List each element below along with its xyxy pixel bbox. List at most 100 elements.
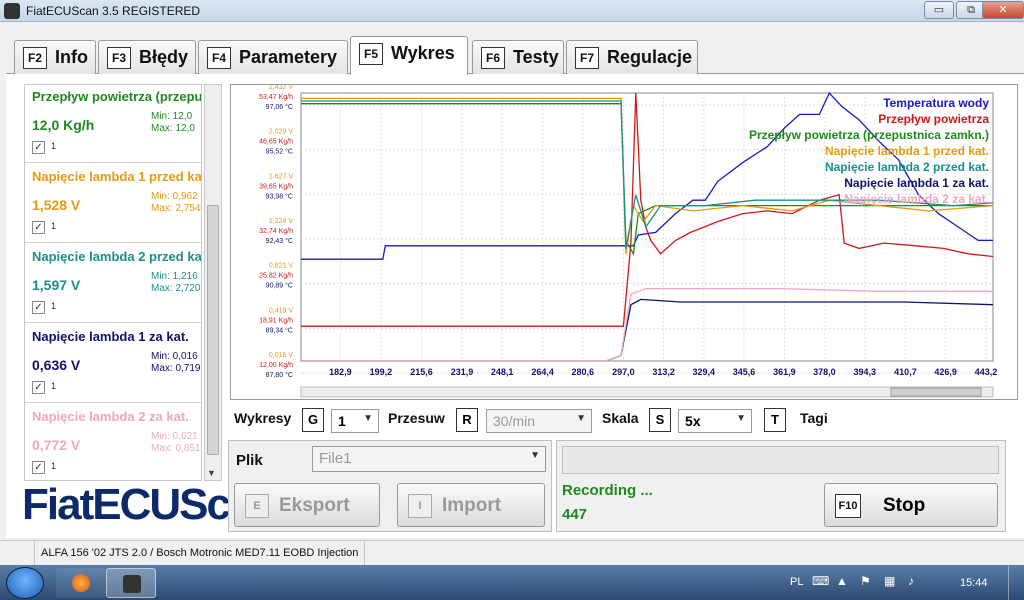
recording-progress-field bbox=[562, 446, 999, 474]
sensor-name: Przepływ powietrza (przepustnica zamkn.) bbox=[32, 89, 202, 104]
skala-value: 5x bbox=[685, 413, 701, 429]
import-key: I bbox=[408, 494, 432, 518]
taskbar: PL ⌨ ▲ ⚑ ▦ ♪ 15:44 bbox=[0, 565, 1024, 600]
recording-status: Recording ... bbox=[562, 482, 653, 499]
x-tick-label: 199,2 bbox=[370, 367, 393, 377]
clock[interactable]: 15:44 bbox=[960, 577, 988, 589]
legend-entry: Napięcie lambda 1 za kat. bbox=[844, 176, 989, 190]
x-tick-label: 280,6 bbox=[571, 367, 594, 377]
chart-scrollbar bbox=[300, 386, 994, 398]
chart-area[interactable]: 2,432 V 53,47 Kg/h 97,06 °C 2,029 V 46,65 Kg… bbox=[230, 84, 1018, 400]
tab-key: F2 bbox=[23, 47, 47, 69]
close-button[interactable]: ✕ bbox=[982, 1, 1024, 19]
x-tick-label: 345,6 bbox=[733, 367, 756, 377]
minimize-button[interactable]: ▭ bbox=[924, 1, 954, 19]
y-tick-label: 92,43 °C bbox=[266, 237, 293, 245]
wykresy-select[interactable]: 1 ▼ bbox=[331, 409, 379, 433]
sensor-checkbox[interactable]: ✓ bbox=[32, 381, 45, 394]
tab-testy[interactable]: F6 Testy bbox=[472, 40, 564, 74]
y-tick-label: 2,432 V bbox=[269, 85, 293, 91]
tab-parametery[interactable]: F4 Parametery bbox=[198, 40, 348, 74]
scroll-down-arrow-icon[interactable]: ▼ bbox=[207, 468, 216, 478]
y-tick-label: 0,016 V bbox=[269, 352, 293, 359]
language-indicator[interactable]: PL bbox=[790, 576, 803, 588]
tab-bledy[interactable]: F3 Błędy bbox=[98, 40, 196, 74]
wykresy-value: 1 bbox=[338, 413, 346, 429]
sensor-value: 12,0 Kg/h bbox=[32, 117, 95, 133]
sensor-chart-index: 1 bbox=[51, 381, 57, 391]
sensor-max: Max: 12,0 bbox=[151, 123, 195, 134]
sensor-min: Min: 0,962 bbox=[151, 191, 198, 202]
fiatecuscan-taskbar-icon[interactable] bbox=[106, 568, 156, 598]
x-tick-label: 264,4 bbox=[531, 367, 554, 377]
tagi-label[interactable]: Tagi bbox=[800, 410, 828, 426]
sensor-item[interactable]: Napięcie lambda 2 przed kat. 1,597 V Min… bbox=[25, 245, 202, 323]
keyboard-icon[interactable]: ⌨ bbox=[812, 574, 829, 588]
y-tick-label: 32,74 Kg/h bbox=[259, 228, 293, 235]
status-bar: ALFA 156 '02 JTS 2.0 / Bosch Motronic ME… bbox=[0, 540, 1024, 566]
y-tick-label: 25,82 Kg/h bbox=[259, 273, 293, 280]
wykresy-label: Wykresy bbox=[234, 410, 292, 426]
legend-entry: Napięcie lambda 2 przed kat. bbox=[825, 160, 989, 174]
y-tick-label: 95,52 °C bbox=[266, 148, 293, 156]
firefox-taskbar-icon[interactable] bbox=[56, 568, 106, 598]
przesuw-select[interactable]: 30/min ▼ bbox=[486, 409, 592, 433]
x-tick-label: 394,3 bbox=[854, 367, 877, 377]
fiatecuscan-icon bbox=[123, 575, 141, 593]
tab-label: Parametery bbox=[239, 47, 338, 67]
tab-wykres[interactable]: F5 Wykres bbox=[350, 36, 468, 75]
sensor-name: Napięcie lambda 2 przed kat. bbox=[32, 249, 202, 264]
sensor-checkbox[interactable]: ✓ bbox=[32, 141, 45, 154]
tab-label: Testy bbox=[513, 47, 559, 67]
stop-label: Stop bbox=[883, 495, 926, 516]
tab-label: Regulacje bbox=[607, 47, 693, 67]
export-button[interactable]: E Eksport bbox=[234, 483, 380, 527]
sensor-item[interactable]: Napięcie lambda 1 za kat. 0,636 V Min: 0… bbox=[25, 325, 201, 403]
sensor-item[interactable]: Napięcie lambda 2 za kat. 0,772 V Min: 0… bbox=[25, 405, 201, 480]
import-button[interactable]: I Import bbox=[397, 483, 545, 527]
sensor-item[interactable]: Przepływ powietrza (przepustnica zamkn.)… bbox=[25, 85, 202, 163]
sensor-name: Napięcie lambda 2 za kat. bbox=[32, 409, 189, 424]
legend-entry: Przepływ powietrza bbox=[878, 112, 989, 126]
tagi-key: T bbox=[764, 408, 786, 432]
x-tick-label: 361,9 bbox=[773, 367, 796, 377]
legend-entry: Napięcie lambda 1 przed kat. bbox=[825, 144, 989, 158]
volume-icon[interactable]: ♪ bbox=[908, 574, 914, 588]
show-desktop-button[interactable] bbox=[1008, 565, 1024, 600]
show-hidden-icons-icon[interactable]: ▲ bbox=[836, 574, 848, 588]
tab-key: F5 bbox=[359, 43, 383, 65]
tab-info[interactable]: F2 Info bbox=[14, 40, 96, 74]
legend-entry: Przepływ powietrza (przepustnica zamkn.) bbox=[749, 128, 989, 142]
system-tray: PL ⌨ ▲ ⚑ ▦ ♪ 15:44 bbox=[764, 565, 1024, 600]
legend-entry: Temperatura wody bbox=[883, 96, 989, 110]
x-tick-label: 297,0 bbox=[612, 367, 635, 377]
file-label: Plik bbox=[236, 452, 263, 469]
network-icon[interactable]: ▦ bbox=[884, 574, 895, 588]
flag-icon[interactable]: ⚑ bbox=[860, 574, 871, 588]
sensor-value: 0,772 V bbox=[32, 437, 81, 453]
sensor-checkbox[interactable]: ✓ bbox=[32, 461, 45, 474]
skala-select[interactable]: 5x ▼ bbox=[678, 409, 752, 433]
sensor-checkbox[interactable]: ✓ bbox=[32, 221, 45, 234]
sensor-item[interactable]: Napięcie lambda 1 przed kat. 1,528 V Min… bbox=[25, 165, 201, 243]
recording-count: 447 bbox=[562, 506, 588, 523]
sensor-min: Min: 0,016 bbox=[151, 351, 198, 362]
tab-key: F7 bbox=[575, 47, 599, 69]
scrollbar-thumb[interactable] bbox=[207, 205, 219, 455]
windows-start-icon[interactable] bbox=[6, 567, 44, 599]
x-tick-label: 410,7 bbox=[894, 367, 917, 377]
tab-label: Info bbox=[55, 47, 88, 67]
y-tick-label: 87,80 °C bbox=[266, 371, 293, 379]
sensor-checkbox[interactable]: ✓ bbox=[32, 301, 45, 314]
chevron-down-icon: ▼ bbox=[736, 413, 746, 424]
stop-button[interactable]: F10 Stop bbox=[824, 483, 998, 527]
x-tick-label: 182,9 bbox=[329, 367, 352, 377]
sensor-max: Max: 2,720 bbox=[151, 283, 201, 294]
sensor-chart-index: 1 bbox=[51, 461, 57, 471]
sensor-list-scrollbar[interactable]: ▼ bbox=[204, 84, 222, 481]
file-select[interactable]: File1 ▼ bbox=[312, 446, 546, 472]
tab-key: F3 bbox=[107, 47, 131, 69]
import-label: Import bbox=[442, 495, 502, 516]
tab-regulacje[interactable]: F7 Regulacje bbox=[566, 40, 698, 74]
y-tick-label: 0,419 V bbox=[269, 307, 293, 314]
